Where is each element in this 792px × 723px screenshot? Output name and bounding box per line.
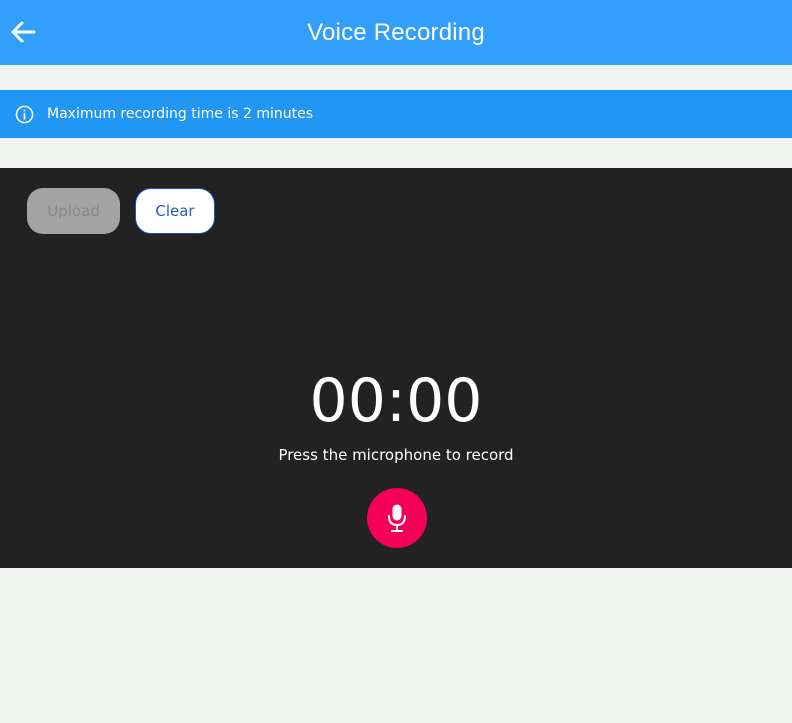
info-banner: Maximum recording time is 2 minutes — [0, 90, 792, 138]
info-circle-icon — [15, 105, 34, 124]
back-button[interactable] — [8, 16, 38, 48]
info-banner-text: Maximum recording time is 2 minutes — [47, 106, 313, 122]
arrow-left-icon — [11, 21, 36, 43]
page-title: Voice Recording — [307, 18, 485, 46]
voice-recording-page: Voice Recording Maximum recording time i… — [0, 0, 792, 723]
record-hint: Press the microphone to record — [278, 446, 514, 464]
microphone-icon — [388, 504, 406, 532]
record-button[interactable] — [367, 488, 427, 548]
recording-timer: 00:00 — [309, 366, 483, 436]
recorder-panel: Upload Clear 00:00 Press the microphone … — [0, 168, 792, 568]
clear-button[interactable]: Clear — [135, 188, 215, 234]
app-bar: Voice Recording — [0, 0, 792, 65]
upload-button[interactable]: Upload — [27, 188, 120, 234]
